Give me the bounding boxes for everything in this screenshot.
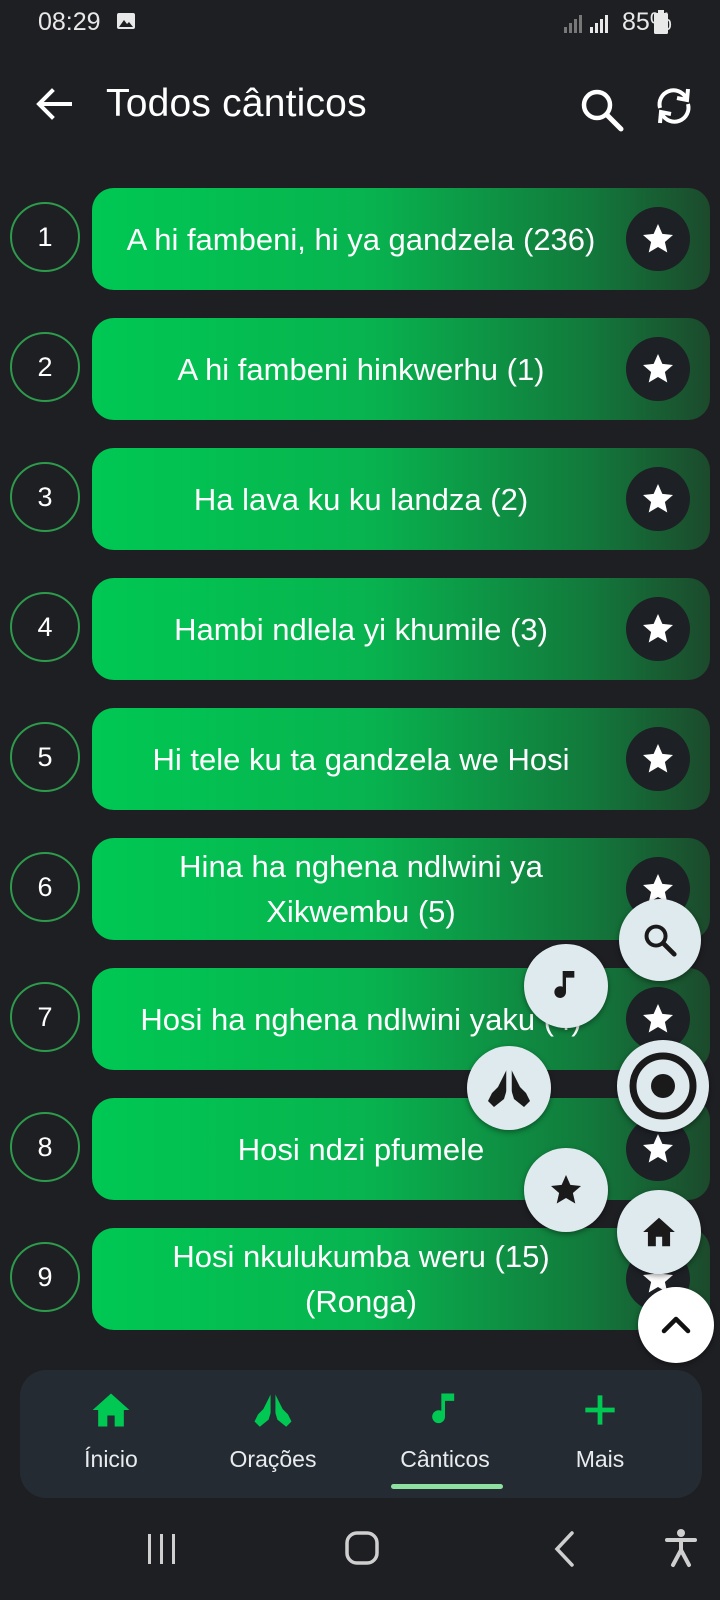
favorite-button[interactable] [626, 467, 690, 531]
plus-icon [585, 1395, 615, 1425]
song-number: 2 [10, 332, 80, 402]
list-item[interactable]: 1 A hi fambeni, hi ya gandzela (236) [0, 188, 720, 292]
song-card[interactable]: Hosi ha nghena ndlwini yaku (4) [92, 968, 710, 1070]
song-card[interactable]: Hambi ndlela yi khumile (3) [92, 578, 710, 680]
favorite-button[interactable] [626, 337, 690, 401]
list-item[interactable]: 7 Hosi ha nghena ndlwini yaku (4) [0, 968, 720, 1072]
list-item[interactable]: 8 Hosi ndzi pfumele [0, 1098, 720, 1202]
star-icon [551, 1175, 581, 1204]
fab-search[interactable] [619, 899, 701, 981]
fab-home[interactable] [617, 1190, 701, 1274]
song-title: A hi fambeni hinkwerhu (1) [177, 351, 545, 387]
favorite-button[interactable] [626, 597, 690, 661]
song-number: 9 [10, 1242, 80, 1312]
song-number: 6 [10, 852, 80, 922]
praying-hands-icon [254, 1393, 292, 1427]
list-item[interactable]: 4 Hambi ndlela yi khumile (3) [0, 578, 720, 682]
nav-item-canticos[interactable]: Cânticos [370, 1388, 520, 1489]
fab-favorites[interactable] [524, 1148, 608, 1232]
recent-apps-icon[interactable] [146, 1532, 178, 1566]
nav-item-inicio[interactable]: Ínicio [36, 1388, 186, 1488]
song-number: 7 [10, 982, 80, 1052]
signal-icon [563, 14, 608, 33]
scroll-top-button[interactable] [638, 1287, 714, 1363]
star-icon [643, 614, 673, 643]
song-title: Hosi nkulukumba weru (15) (Ronga) [172, 1239, 550, 1319]
image-notification-icon [117, 13, 135, 29]
star-icon [643, 1004, 673, 1033]
song-number: 1 [10, 202, 80, 272]
song-card[interactable]: Ha lava ku ku landza (2) [92, 448, 710, 550]
music-note-icon [432, 1393, 455, 1424]
home-icon [92, 1393, 130, 1427]
home-nav-icon[interactable] [344, 1530, 380, 1566]
nav-label: Mais [575, 1446, 625, 1472]
star-icon [643, 224, 673, 253]
list-item[interactable]: 3 Ha lava ku ku landza (2) [0, 448, 720, 552]
song-title: Hina ha nghena ndlwini ya Xikwembu (5) [179, 849, 543, 929]
song-card[interactable]: A hi fambeni hinkwerhu (1) [92, 318, 710, 420]
nav-item-oracoes[interactable]: Orações [198, 1388, 348, 1488]
song-title: Ha lava ku ku landza (2) [193, 481, 529, 517]
song-title: Hi tele ku ta gandzela we Hosi [152, 741, 570, 777]
nav-item-mais[interactable]: Mais [525, 1388, 675, 1488]
accessibility-icon[interactable] [664, 1528, 698, 1568]
list-item[interactable]: 9 Hosi nkulukumba weru (15) (Ronga) [0, 1228, 720, 1332]
bottom-navigation: Ínicio Orações Cânticos Mais [20, 1370, 702, 1498]
search-icon [644, 924, 677, 957]
favorite-button[interactable] [626, 207, 690, 271]
search-icon[interactable] [578, 86, 626, 134]
radio-target-icon [629, 1052, 697, 1120]
song-card[interactable]: A hi fambeni, hi ya gandzela (236) [92, 188, 710, 290]
praying-hands-icon [488, 1069, 530, 1107]
list-item[interactable]: 5 Hi tele ku ta gandzela we Hosi [0, 708, 720, 812]
song-number: 4 [10, 592, 80, 662]
sync-icon[interactable] [650, 82, 698, 130]
song-title: Hambi ndlela yi khumile (3) [174, 611, 548, 647]
star-icon [643, 1134, 673, 1163]
list-item[interactable]: 6 Hina ha nghena ndlwini ya Xikwembu (5) [0, 838, 720, 942]
song-card[interactable]: Hosi ndzi pfumele [92, 1098, 710, 1200]
fab-prayers[interactable] [467, 1046, 551, 1130]
status-time: 08:29 [38, 8, 101, 36]
system-navigation-bar [0, 1510, 720, 1600]
app-bar: Todos cânticos [0, 60, 720, 156]
nav-label: Orações [229, 1446, 317, 1472]
active-indicator [391, 1484, 503, 1489]
song-number: 3 [10, 462, 80, 532]
back-nav-icon[interactable] [552, 1530, 578, 1568]
battery-icon [654, 10, 668, 34]
song-card[interactable]: Hosi nkulukumba weru (15) (Ronga) [92, 1228, 710, 1330]
back-arrow-icon[interactable] [30, 80, 78, 128]
nav-label: Ínicio [84, 1446, 138, 1472]
star-icon [643, 484, 673, 513]
song-card[interactable]: Hina ha nghena ndlwini ya Xikwembu (5) [92, 838, 710, 940]
song-number: 5 [10, 722, 80, 792]
favorite-button[interactable] [626, 727, 690, 791]
page-title: Todos cânticos [106, 82, 367, 125]
nav-label: Cânticos [400, 1446, 490, 1472]
song-card[interactable]: Hi tele ku ta gandzela we Hosi [92, 708, 710, 810]
song-title: A hi fambeni, hi ya gandzela (236) [126, 221, 596, 257]
star-icon [643, 354, 673, 383]
chevron-up-icon [661, 1316, 691, 1334]
song-number: 8 [10, 1112, 80, 1182]
star-icon [643, 744, 673, 773]
status-bar: 08:29 85% [0, 0, 720, 48]
home-icon [643, 1217, 675, 1247]
fab-songs[interactable] [524, 944, 608, 1028]
list-item[interactable]: 2 A hi fambeni hinkwerhu (1) [0, 318, 720, 422]
music-note-icon [554, 971, 575, 998]
fab-main-toggle[interactable] [617, 1040, 709, 1132]
